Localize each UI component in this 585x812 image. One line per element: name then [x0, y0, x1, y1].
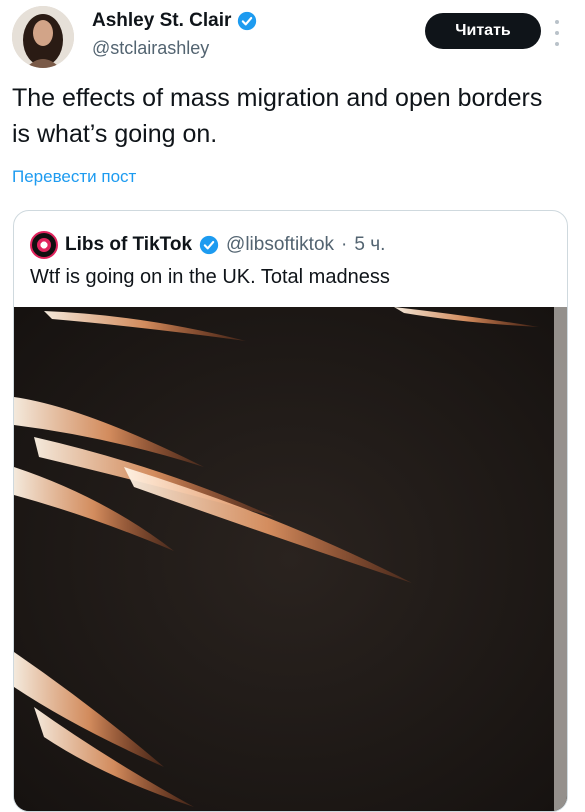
- quoted-tweet[interactable]: Libs of TikTok @libsoftiktok · 5 ч. Wtf …: [13, 210, 568, 812]
- verified-badge-icon: [199, 235, 219, 255]
- quoted-text: Wtf is going on in the UK. Total madness: [30, 266, 390, 288]
- verified-badge-icon: [237, 11, 257, 31]
- more-options-icon[interactable]: [552, 20, 562, 46]
- quoted-avatar[interactable]: [30, 231, 58, 259]
- tweet-header: Ashley St. Clair @stclairashley Читать: [12, 6, 573, 70]
- more-dot: [555, 42, 559, 46]
- author-handle[interactable]: @stclairashley: [92, 38, 209, 59]
- avatar-image: [12, 6, 74, 68]
- quoted-separator: ·: [341, 234, 348, 255]
- translate-post-link[interactable]: Перевести пост: [12, 167, 136, 187]
- author-name-row: Ashley St. Clair: [92, 10, 257, 32]
- quoted-video[interactable]: [14, 307, 567, 811]
- quoted-time[interactable]: 5 ч.: [354, 234, 385, 256]
- quoted-header: Libs of TikTok @libsoftiktok · 5 ч.: [30, 231, 385, 259]
- quoted-name[interactable]: Libs of TikTok: [65, 234, 192, 256]
- tweet-text: The effects of mass migration and open b…: [12, 84, 543, 148]
- quoted-handle[interactable]: @libsoftiktok: [226, 234, 334, 256]
- more-dot: [555, 31, 559, 35]
- author-avatar[interactable]: [12, 6, 74, 68]
- video-frame: [14, 307, 567, 811]
- more-dot: [555, 20, 559, 24]
- author-name[interactable]: Ashley St. Clair: [92, 10, 231, 32]
- follow-button[interactable]: Читать: [425, 13, 541, 49]
